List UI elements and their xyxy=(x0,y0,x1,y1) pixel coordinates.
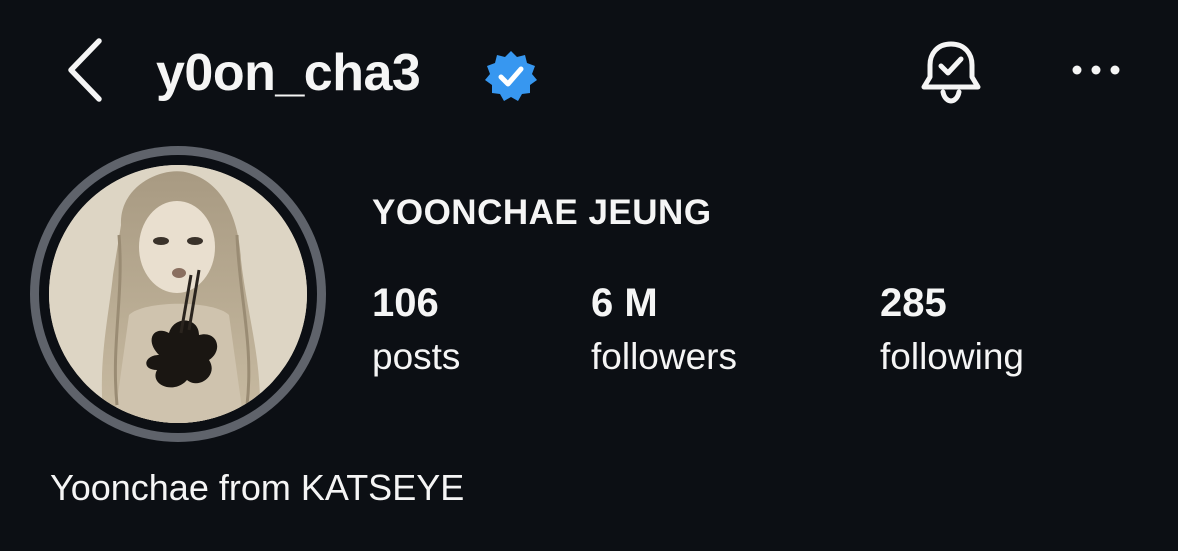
following-label: following xyxy=(880,336,1024,377)
followers-stat[interactable]: 6 M followers xyxy=(591,278,737,380)
more-horizontal-icon xyxy=(1072,65,1120,75)
posts-stat[interactable]: 106 posts xyxy=(372,278,460,380)
more-options-button[interactable] xyxy=(1066,50,1126,90)
verified-badge-icon xyxy=(485,51,537,101)
posts-label: posts xyxy=(372,336,461,377)
back-button[interactable] xyxy=(58,36,112,104)
bell-check-icon xyxy=(921,41,981,104)
followers-count: 6 M xyxy=(591,281,658,325)
following-count: 285 xyxy=(880,281,947,325)
avatar xyxy=(49,165,307,423)
avatar-photo xyxy=(49,165,307,423)
avatar-gap xyxy=(39,155,317,433)
followers-label: followers xyxy=(591,336,737,377)
following-stat[interactable]: 285 following xyxy=(880,278,1024,380)
posts-count: 106 xyxy=(372,281,439,325)
notifications-button[interactable] xyxy=(914,36,988,108)
chevron-left-icon xyxy=(68,38,102,102)
bio-text: Yoonchae from KATSEYE xyxy=(50,467,465,508)
username: y0on_cha3 xyxy=(156,44,421,102)
full-name: YOONCHAE JEUNG xyxy=(372,193,712,232)
avatar-ring[interactable] xyxy=(30,146,326,442)
profile-header: y0on_cha3 xyxy=(0,0,1178,140)
